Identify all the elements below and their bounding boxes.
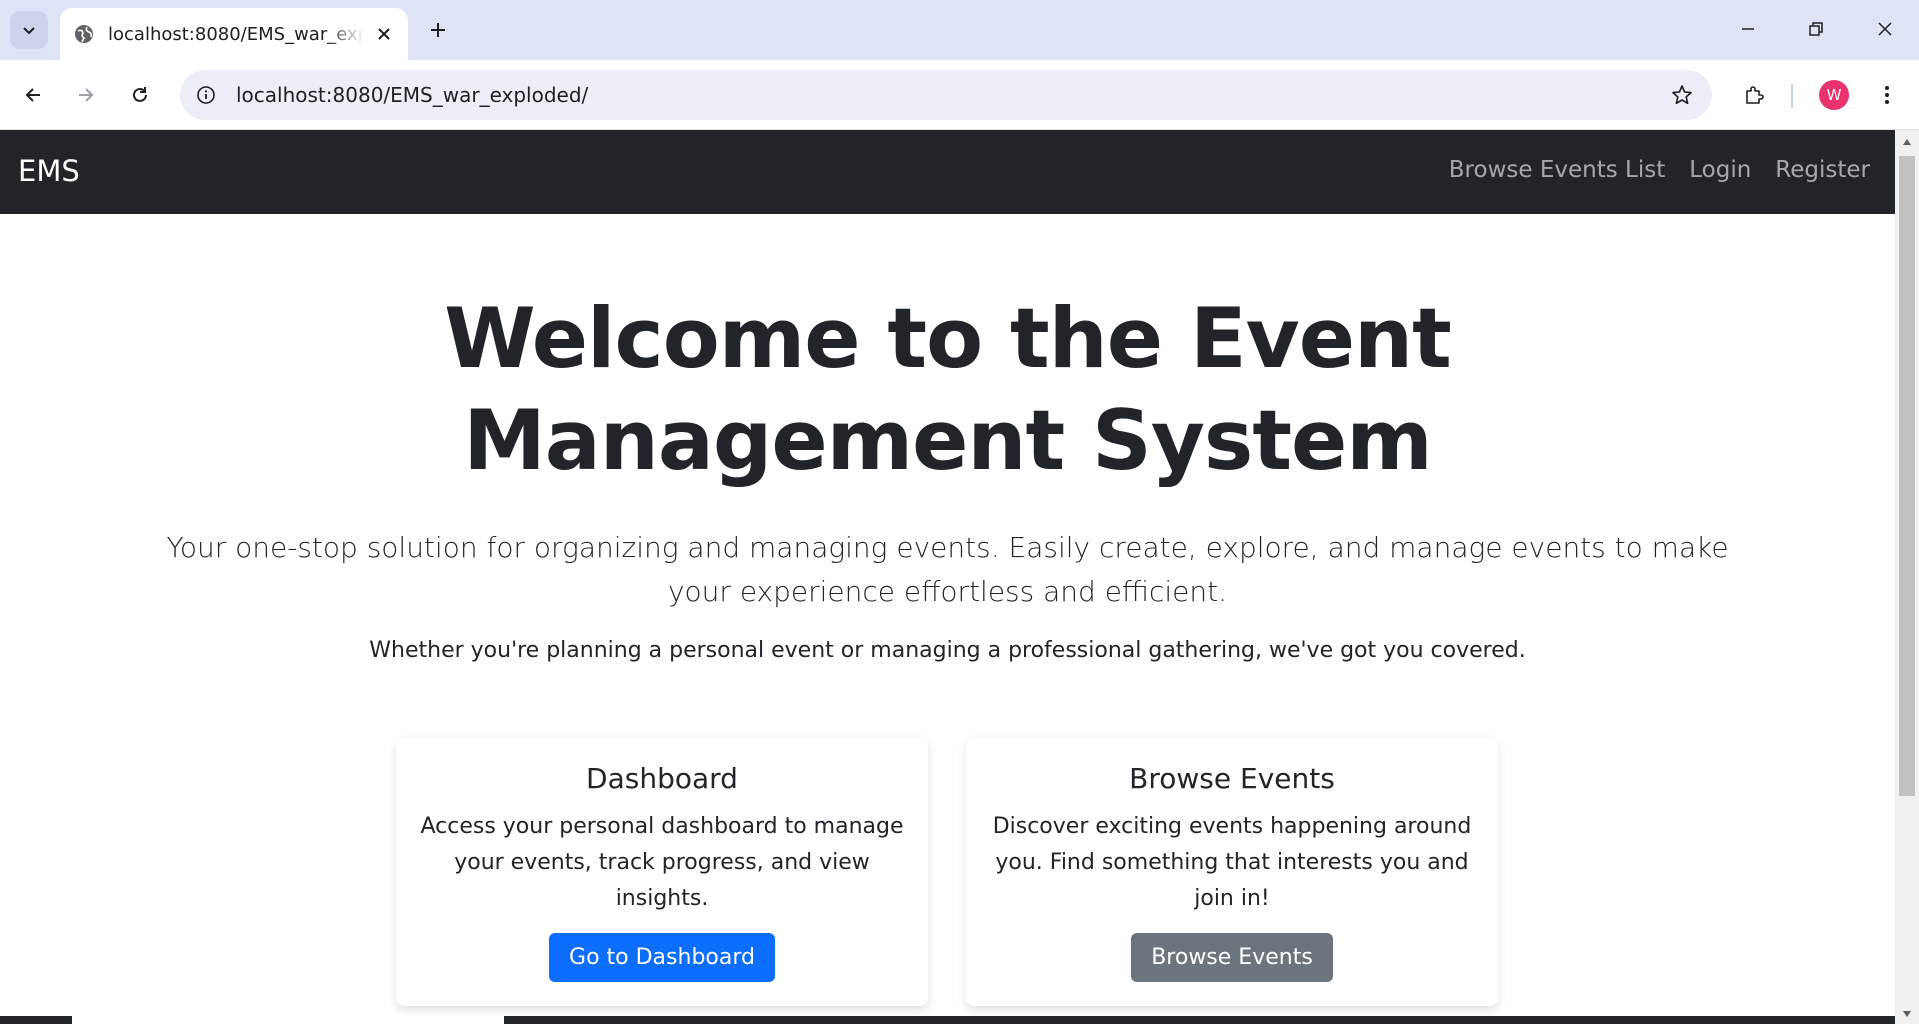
browse-events-card: Browse Events Discover exciting events h… [966,738,1498,1006]
minimize-button[interactable] [1725,8,1771,50]
arrow-left-icon [25,88,40,102]
card-title: Dashboard [586,762,738,795]
browser-toolbar: localhost:8080/EMS_war_exploded/ W [0,60,1919,130]
back-button[interactable] [14,76,52,114]
close-icon [1878,22,1892,36]
arrow-right-icon [79,88,94,102]
scroll-up-icon[interactable] [1895,134,1919,150]
page-title: Welcome to the Event Management System [444,290,1452,489]
kebab-menu-icon [1885,86,1889,104]
nav-link-browse-events-list[interactable]: Browse Events List [1449,157,1665,183]
restore-icon [1809,22,1823,36]
chevron-down-icon [23,27,35,35]
tab-search-button[interactable] [10,11,48,49]
hero-section: Welcome to the Event Management System Y… [0,214,1895,663]
browse-events-button[interactable]: Browse Events [1131,933,1333,982]
navbar-links: Browse Events List Login Register [1449,157,1870,183]
browser-tab[interactable]: localhost:8080/EMS_war_exploded/ [60,8,408,60]
scroll-thumb[interactable] [1899,156,1915,796]
profile-avatar[interactable]: W [1819,80,1849,110]
taskbar-segment [72,1016,504,1024]
address-bar[interactable]: localhost:8080/EMS_war_exploded/ [180,70,1712,120]
go-to-dashboard-button[interactable]: Go to Dashboard [549,933,775,982]
dashboard-card: Dashboard Access your personal dashboard… [396,738,928,1006]
close-window-button[interactable] [1862,8,1908,50]
scroll-down-icon[interactable] [1895,1006,1919,1022]
browser-tabstrip: localhost:8080/EMS_war_exploded/ [0,0,1919,60]
extensions-button[interactable] [1735,76,1773,114]
minimize-icon [1742,28,1754,30]
card-text: Access your personal dashboard to manage… [420,814,904,911]
card-text: Discover exciting events happening aroun… [992,814,1472,911]
nav-link-login[interactable]: Login [1689,157,1751,183]
globe-icon [72,22,96,46]
nav-link-register[interactable]: Register [1775,157,1870,183]
address-url: localhost:8080/EMS_war_exploded/ [236,83,589,107]
forward-button[interactable] [67,76,105,114]
new-tab-button[interactable] [420,12,456,48]
plus-icon [431,23,445,37]
restore-button[interactable] [1793,8,1839,50]
taskbar-edge [0,1016,1895,1024]
page-viewport: EMS Browse Events List Login Register We… [0,130,1895,1024]
site-info-icon[interactable] [188,77,224,113]
card-title: Browse Events [1129,762,1335,795]
toolbar-divider [1791,84,1793,108]
bookmark-star-icon[interactable] [1664,77,1700,113]
close-tab-icon[interactable] [372,22,396,46]
page-scrollbar[interactable] [1895,130,1919,1024]
reload-icon [133,87,147,102]
reload-button[interactable] [121,76,159,114]
hero-lead: Your one-stop solution for organizing an… [166,531,1729,608]
tab-title: localhost:8080/EMS_war_exploded/ [108,23,364,45]
navbar-brand[interactable]: EMS [18,154,80,188]
puzzle-icon [1746,86,1764,104]
browser-menu-button[interactable] [1868,76,1906,114]
site-navbar: EMS Browse Events List Login Register [0,130,1895,214]
hero-subtext: Whether you're planning a personal event… [369,638,1526,663]
